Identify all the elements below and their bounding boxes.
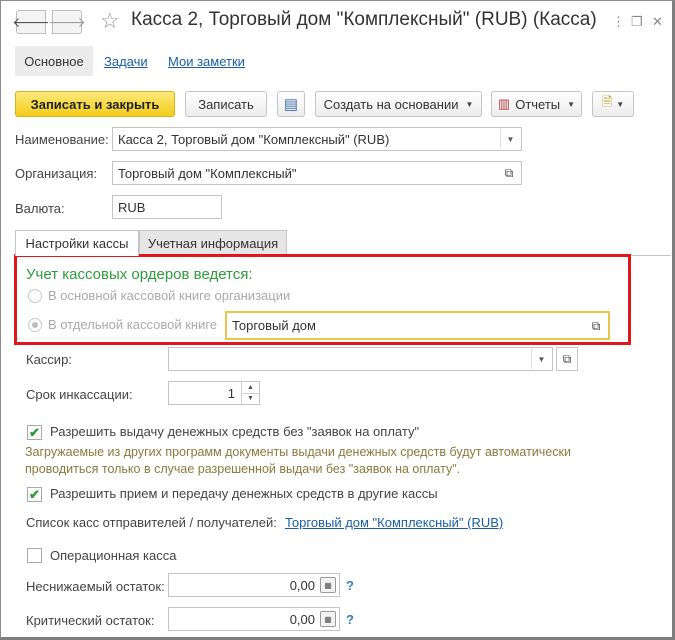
organization-input[interactable]: Торговый дом "Комплексный" ⧉ xyxy=(112,161,522,185)
page-title: Касса 2, Торговый дом "Комплексный" (RUB… xyxy=(131,9,597,30)
min-balance-label: Неснижаемый остаток: xyxy=(26,579,165,594)
report-chart-icon: ▥ xyxy=(497,96,511,111)
min-balance-value: 0,00 xyxy=(289,577,315,593)
document-gear-icon: 🗎 xyxy=(601,94,613,109)
operational-cash-label: Операционная касса xyxy=(50,548,177,563)
more-actions-button[interactable]: 🗎 ▼ xyxy=(592,91,634,117)
tab-notes[interactable]: Мои заметки xyxy=(168,54,245,69)
organization-label: Организация: xyxy=(15,166,98,181)
help-icon[interactable]: ? xyxy=(346,612,354,627)
more-menu-icon[interactable]: ⋮ xyxy=(612,14,625,30)
document-list-icon[interactable]: ▤ xyxy=(277,91,305,117)
name-label: Наименование: xyxy=(15,132,109,147)
min-balance-input[interactable]: 0,00 ▦ xyxy=(168,573,340,597)
collection-term-value: 1 xyxy=(227,385,235,401)
reports-label: Отчеты xyxy=(515,96,561,112)
open-icon: ⧉ xyxy=(562,351,572,366)
orders-section-title: Учет кассовых ордеров ведется: xyxy=(26,266,253,283)
chevron-down-icon[interactable]: ▼ xyxy=(500,129,520,149)
senders-list-label: Список касс отправителей / получателей: xyxy=(26,515,277,530)
allow-transfer-label: Разрешить прием и передачу денежных сред… xyxy=(50,486,438,501)
spinner-control[interactable]: ▲ ▼ xyxy=(241,382,259,404)
chevron-down-icon: ▼ xyxy=(567,99,576,109)
collection-term-label: Срок инкассации: xyxy=(26,387,133,402)
help-icon[interactable]: ? xyxy=(346,578,354,593)
forward-button[interactable]: 🡒 xyxy=(48,10,86,34)
chevron-down-icon[interactable]: ▼ xyxy=(531,349,551,369)
chevron-down-icon: ▼ xyxy=(616,99,625,109)
open-icon[interactable]: ⧉ xyxy=(586,316,606,336)
critical-balance-label: Критический остаток: xyxy=(26,613,155,628)
create-based-on-button[interactable]: Создать на основании ▼ xyxy=(315,91,482,117)
back-button[interactable]: 🡐 xyxy=(12,10,50,34)
separate-book-value: Торговый дом xyxy=(232,318,316,333)
calculator-icon[interactable]: ▦ xyxy=(320,611,336,627)
restore-window-icon[interactable]: ❐ xyxy=(631,14,643,30)
radio-main-book[interactable] xyxy=(28,289,42,303)
tab-main[interactable]: Основное xyxy=(15,46,93,76)
chevron-down-icon: ▼ xyxy=(465,99,474,109)
close-window-icon[interactable]: ✕ xyxy=(652,14,663,30)
radio-separate-book-label: В отдельной кассовой книге xyxy=(48,317,218,332)
radio-main-book-label: В основной кассовой книге организации xyxy=(48,288,291,303)
name-input[interactable]: Касса 2, Торговый дом "Комплексный" (RUB… xyxy=(112,127,522,151)
spin-down-icon[interactable]: ▼ xyxy=(242,394,259,405)
currency-input[interactable]: RUB xyxy=(112,195,222,219)
cashier-open-button[interactable]: ⧉ xyxy=(556,347,578,371)
calculator-icon[interactable]: ▦ xyxy=(320,577,336,593)
tab-cash-settings[interactable]: Настройки кассы xyxy=(15,230,139,256)
save-and-close-button[interactable]: Записать и закрыть xyxy=(15,91,175,117)
allow-issue-hint: Загружаемые из других программ документы… xyxy=(25,445,571,476)
critical-balance-input[interactable]: 0,00 ▦ xyxy=(168,607,340,631)
tab-accounting-info[interactable]: Учетная информация xyxy=(139,230,287,255)
name-value: Касса 2, Торговый дом "Комплексный" (RUB… xyxy=(118,131,390,147)
separate-book-input[interactable]: Торговый дом ⧉ xyxy=(225,311,610,340)
allow-issue-checkbox[interactable]: ✔ xyxy=(27,425,42,440)
favorite-star-icon[interactable]: ☆ xyxy=(100,8,120,34)
allow-issue-label: Разрешить выдачу денежных средств без "з… xyxy=(50,424,420,439)
save-button[interactable]: Записать xyxy=(185,91,267,117)
critical-balance-value: 0,00 xyxy=(289,611,315,627)
senders-list-link[interactable]: Торговый дом "Комплексный" (RUB) xyxy=(285,515,503,530)
reports-button[interactable]: ▥ Отчеты ▼ xyxy=(491,91,582,117)
spin-up-icon[interactable]: ▲ xyxy=(242,382,259,394)
collection-term-input[interactable]: 1 ▲ ▼ xyxy=(168,381,260,405)
radio-separate-book[interactable] xyxy=(28,318,42,332)
cashier-label: Кассир: xyxy=(26,352,72,367)
allow-transfer-checkbox[interactable]: ✔ xyxy=(27,487,42,502)
currency-label: Валюта: xyxy=(15,201,65,216)
organization-value: Торговый дом "Комплексный" xyxy=(118,165,297,181)
operational-cash-checkbox[interactable] xyxy=(27,548,42,563)
arrow-right-icon: 🡒 xyxy=(48,13,86,30)
cashier-input[interactable]: ▼ xyxy=(168,347,553,371)
tab-tasks[interactable]: Задачи xyxy=(104,54,148,69)
arrow-left-icon: 🡐 xyxy=(12,13,50,30)
create-based-on-label: Создать на основании xyxy=(323,96,459,112)
open-icon[interactable]: ⧉ xyxy=(499,163,519,183)
